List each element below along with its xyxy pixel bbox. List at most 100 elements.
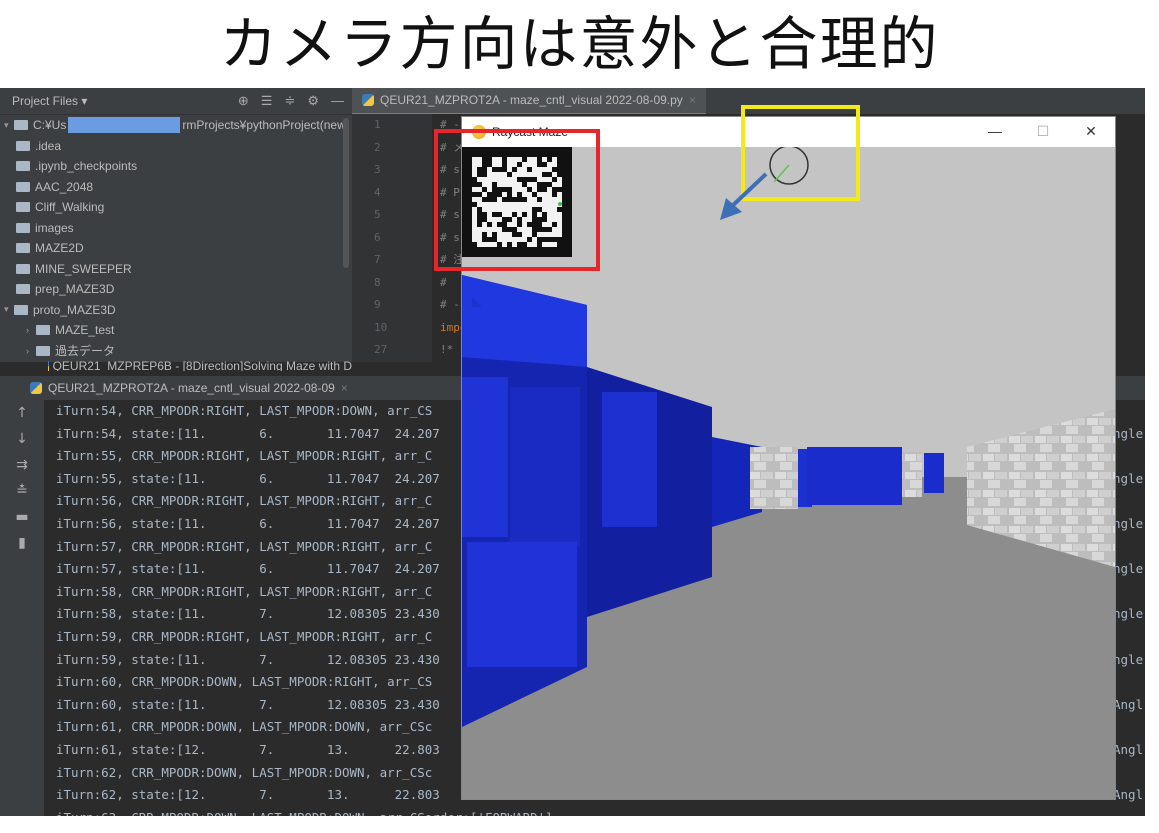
console-line-text: iTurn:58, CRR_MPODR:RIGHT, LAST_MPODR:RI… (56, 583, 433, 599)
folder-icon (16, 161, 30, 172)
console-line-text: iTurn:56, state:[11. 6. 11.7047 24.207 (56, 515, 440, 531)
tree-item[interactable]: ▾ proto_MAZE3D (0, 300, 352, 321)
direction-arrow-icon (720, 172, 768, 220)
console-line-text: iTurn:55, state:[11. 6. 11.7047 24.207 (56, 470, 440, 486)
console-line-tail: ngle (1113, 561, 1144, 577)
maximize-button[interactable]: ☐ (1019, 117, 1067, 147)
console-line-tail: ngle (1113, 425, 1144, 441)
tree-item[interactable]: images (0, 218, 352, 239)
folder-icon (14, 304, 28, 315)
wall-stone-far (750, 447, 798, 509)
print-icon[interactable]: ▬ (0, 504, 44, 530)
python-file-icon (48, 361, 50, 371)
scroll-to-end-icon[interactable]: ≛ (0, 478, 44, 504)
console-line-tail: ngle (1113, 470, 1144, 486)
trash-icon[interactable]: ▮ (0, 530, 44, 556)
collapse-all-icon[interactable]: ≑ (284, 93, 295, 109)
run-toolbar: ↑ ↓ ⇉ ≛ ▬ ▮ (0, 400, 44, 816)
folder-icon (16, 202, 30, 213)
tree-item[interactable]: .idea (0, 136, 352, 157)
project-panel: Project Files ▾ ⊕ ☰ ≑ ⚙ — ▾ C:¥Us rmProje… (0, 88, 352, 371)
chevron-right-icon[interactable]: › (26, 325, 36, 335)
hide-icon[interactable]: — (331, 93, 344, 109)
scroll-up-icon[interactable]: ↑ (0, 400, 44, 426)
folder-icon (16, 222, 30, 233)
chevron-down-icon[interactable]: ▾ (4, 304, 14, 315)
console-line-tail: ngle (1113, 515, 1144, 531)
console-line-tail: Angl (1113, 741, 1144, 757)
line-number: 6 (374, 230, 381, 244)
line-number: 10 (374, 320, 388, 334)
console-line-tail: Angl (1113, 787, 1144, 803)
tree-item[interactable]: AAC_2048 (0, 177, 352, 198)
console-line-text: iTurn:57, CRR_MPODR:RIGHT, LAST_MPODR:RI… (56, 538, 433, 554)
folder-icon (16, 243, 30, 254)
tree-item[interactable]: prep_MAZE3D (0, 279, 352, 300)
locate-icon[interactable]: ⊕ (238, 93, 249, 109)
python-file-icon (362, 94, 374, 106)
folder-icon (16, 140, 30, 151)
console-line-text: iTurn:54, CRR_MPODR:RIGHT, LAST_MPODR:DO… (56, 403, 433, 418)
console-line-text: iTurn:55, CRR_MPODR:RIGHT, LAST_MPODR:RI… (56, 448, 433, 464)
line-number: 7 (374, 253, 381, 266)
console-line-text: iTurn:57, state:[11. 6. 11.7047 24.207 (56, 561, 440, 577)
line-number: 3 (374, 163, 381, 176)
python-file-icon (30, 382, 42, 394)
console-line-text: iTurn:59, state:[11. 7. 12.08305 23.430 (56, 651, 440, 667)
console-line-text: iTurn:54, state:[11. 6. 11.7047 24.207 (56, 425, 440, 441)
folder-icon (14, 120, 28, 131)
folder-icon (16, 263, 30, 274)
line-number: 2 (374, 140, 381, 154)
tree-item[interactable]: .ipynb_checkpoints (0, 156, 352, 177)
chevron-right-icon[interactable]: › (26, 346, 36, 356)
tree-item[interactable]: › 過去データ (0, 341, 352, 362)
console-line-text: iTurn:56, CRR_MPODR:RIGHT, LAST_MPODR:RI… (56, 493, 433, 509)
expand-all-icon[interactable]: ☰ (261, 93, 273, 109)
scroll-down-icon[interactable]: ↓ (0, 426, 44, 452)
redacted-path (68, 117, 181, 134)
wall-far (807, 447, 902, 505)
project-view-selector[interactable]: Project Files ▾ (12, 94, 87, 108)
console-line-text: iTurn:59, CRR_MPODR:RIGHT, LAST_MPODR:RI… (56, 628, 433, 644)
editor-tab[interactable]: QEUR21_MZPROT2A - maze_cntl_visual 2022-… (352, 88, 706, 115)
minimap-highlight-box (434, 129, 600, 271)
console-line-text: iTurn:63, CRR_MPODR:DOWN, LAST_MPODR:DOW… (56, 810, 553, 816)
line-number: 1 (374, 118, 381, 131)
project-scrollbar[interactable] (343, 118, 349, 268)
line-number: 9 (374, 298, 381, 311)
gear-icon[interactable]: ⚙ (307, 93, 319, 109)
line-gutter: 1 2 3 4 5 6 7 8 9 10 27 (352, 114, 432, 362)
minimize-button[interactable]: — (971, 117, 1019, 147)
console-line-text: iTurn:62, state:[12. 7. 13. 22.803 (56, 787, 440, 803)
console-line-tail: Angl (1113, 696, 1144, 712)
console-line-tail: ngle (1113, 606, 1144, 622)
soft-wrap-icon[interactable]: ⇉ (0, 452, 44, 478)
console-line-text: iTurn:58, state:[11. 7. 12.08305 23.430 (56, 606, 440, 622)
folder-icon (36, 345, 50, 356)
line-number: 5 (374, 208, 381, 221)
slide-title: カメラ方向は意外と合理的 (219, 10, 940, 78)
tree-item[interactable]: Cliff_Walking (0, 197, 352, 218)
folder-icon (36, 325, 50, 336)
console-line-text: iTurn:60, state:[11. 7. 12.08305 23.430 (56, 696, 440, 712)
console-line-text: iTurn:60, CRR_MPODR:DOWN, LAST_MPODR:RIG… (56, 674, 433, 690)
tree-item[interactable]: QEUR21_MZPREP6B - [8Direction]Solving Ma… (0, 361, 352, 371)
project-panel-header: Project Files ▾ ⊕ ☰ ≑ ⚙ — (0, 88, 352, 115)
close-button[interactable]: ✕ (1067, 117, 1115, 147)
close-icon[interactable]: × (689, 93, 696, 107)
tree-root[interactable]: ▾ C:¥Us rmProjects¥pythonProject(new) (0, 115, 352, 136)
tree-item[interactable]: › MAZE_test (0, 320, 352, 341)
console-line-text: iTurn:61, CRR_MPODR:DOWN, LAST_MPODR:DOW… (56, 719, 433, 735)
run-tab-label[interactable]: QEUR21_MZPROT2A - maze_cntl_visual 2022-… (48, 381, 335, 395)
console-line: iTurn:63, CRR_MPODR:DOWN, LAST_MPODR:DOW… (44, 807, 1145, 816)
folder-icon (16, 284, 30, 295)
line-number: 27 (374, 343, 388, 356)
console-line-text: iTurn:62, CRR_MPODR:DOWN, LAST_MPODR:DOW… (56, 764, 433, 780)
close-icon[interactable]: × (341, 381, 348, 395)
line-number: 4 (374, 185, 381, 199)
chevron-down-icon[interactable]: ▾ (4, 120, 14, 131)
tree-item[interactable]: MINE_SWEEPER (0, 259, 352, 280)
folder-icon (16, 181, 30, 192)
tree-item[interactable]: MAZE2D (0, 238, 352, 259)
console-line-tail: ngle (1113, 651, 1144, 667)
